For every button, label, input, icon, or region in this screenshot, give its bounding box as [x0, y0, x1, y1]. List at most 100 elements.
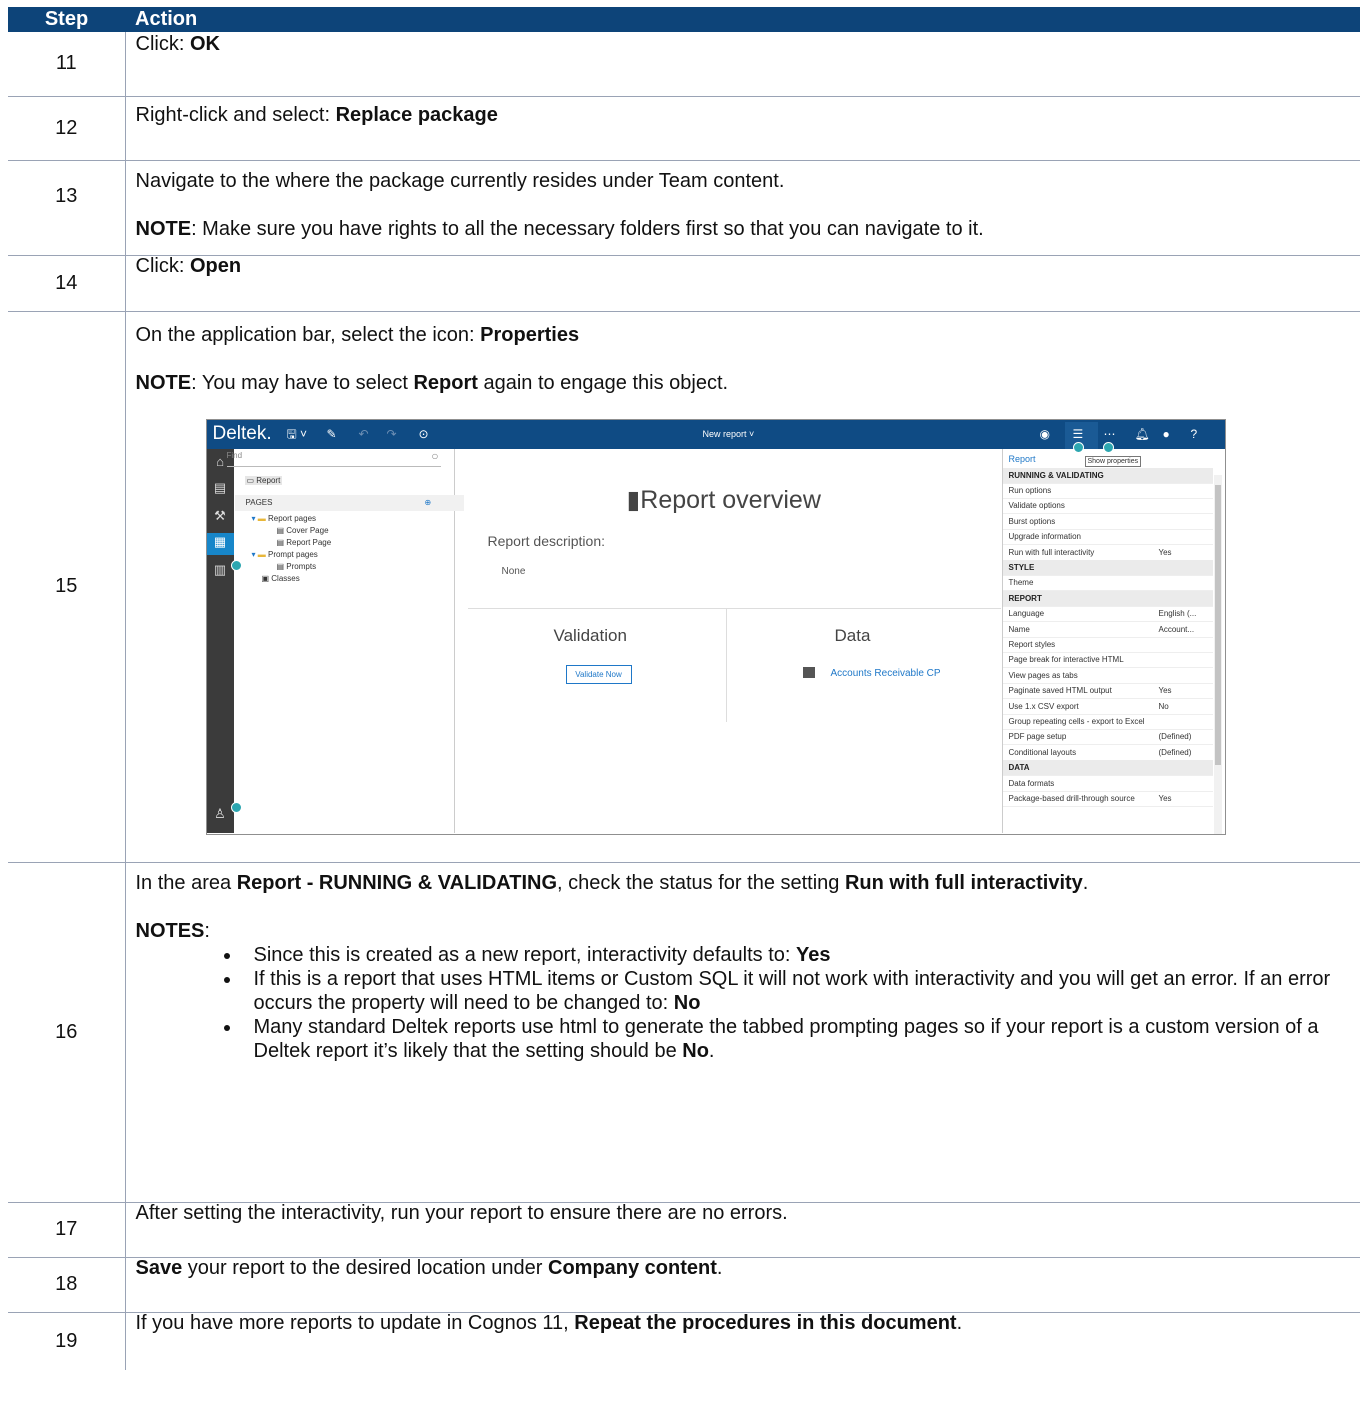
- tree-cover-page[interactable]: ▤ Cover Page: [277, 526, 329, 535]
- edit-icon[interactable]: ✎: [327, 427, 337, 441]
- property-row[interactable]: Burst options: [1002, 514, 1213, 530]
- step-bold: Report - RUNNING & VALIDATING: [236, 871, 558, 894]
- property-row[interactable]: Run with full interactivity Yes: [1002, 545, 1213, 561]
- report-pages-icon[interactable]: ▦: [206, 532, 234, 555]
- notes-label: NOTES: [135, 919, 205, 942]
- step-text: .: [1082, 871, 1089, 894]
- property-row[interactable]: Name Account...: [1002, 622, 1213, 638]
- property-name: REPORT: [1008, 593, 1042, 603]
- note-bold: Report: [413, 371, 478, 394]
- overview-title-text: Report overview: [640, 485, 821, 514]
- undo-icon[interactable]: ↶: [359, 427, 369, 441]
- step-text: , check the status for the setting: [557, 871, 845, 894]
- step-number: 16: [8, 862, 126, 1203]
- property-row[interactable]: Theme: [1002, 575, 1213, 592]
- bullet-bold: No: [673, 991, 701, 1014]
- property-name: Run with full interactivity: [1008, 547, 1095, 557]
- data-source-icon: [802, 666, 815, 678]
- property-name: Report styles: [1008, 639, 1056, 649]
- preview-eye-icon[interactable]: ◉: [1040, 427, 1050, 441]
- property-row[interactable]: Report styles: [1002, 637, 1213, 653]
- expand-icon[interactable]: ▾: [252, 550, 256, 559]
- step-number: 17: [8, 1202, 126, 1258]
- tree-prompt-pages[interactable]: ▾ ▬ Prompt pages: [252, 550, 318, 559]
- step-action: Navigate to the where the package curren…: [125, 160, 1360, 256]
- tree-label: Cover Page: [286, 525, 329, 535]
- property-name: Page break for interactive HTML: [1008, 655, 1124, 665]
- step-text: Click:: [135, 254, 190, 277]
- property-row[interactable]: Language English (...: [1002, 606, 1213, 623]
- help-icon[interactable]: ?: [1191, 427, 1198, 441]
- property-row[interactable]: PDF page setup (Defined): [1002, 729, 1213, 746]
- property-row[interactable]: View pages as tabs: [1002, 668, 1213, 684]
- property-name: Validate options: [1008, 501, 1065, 511]
- property-row[interactable]: Group repeating cells - export to Excel: [1002, 714, 1213, 730]
- header-step: Step: [8, 7, 125, 32]
- property-name: DATA: [1008, 763, 1030, 773]
- bullet-bold: No: [682, 1039, 709, 1062]
- property-value: Account...: [1158, 624, 1195, 634]
- step-action: After setting the interactivity, run you…: [125, 1202, 1360, 1258]
- bullet-text: Many standard Deltek reports use html to…: [253, 1015, 1319, 1062]
- property-row[interactable]: Validate options: [1002, 498, 1213, 515]
- notifications-bell-icon[interactable]: 🔔︎: [1135, 427, 1150, 441]
- data-items-icon[interactable]: ▥: [212, 561, 229, 578]
- step-number: 11: [8, 32, 126, 97]
- properties-icon[interactable]: ☰: [1073, 427, 1084, 441]
- tree-label: Prompts: [286, 561, 317, 571]
- tree-label: Prompt pages: [267, 549, 318, 559]
- list-item: If this is a report that uses HTML items…: [242, 967, 1351, 1015]
- header-row: Step Action: [8, 7, 1360, 32]
- step-bold: Repeat the procedures in this document: [574, 1311, 957, 1334]
- step-text: On the application bar, select the icon:: [135, 323, 481, 346]
- property-group-header: REPORT: [1002, 590, 1213, 607]
- step-action: In the area Report - RUNNING & VALIDATIN…: [125, 862, 1360, 1203]
- expand-icon[interactable]: ▾: [252, 514, 256, 523]
- step-text: your report to the desired location unde…: [182, 1256, 548, 1279]
- validate-now-button[interactable]: Validate Now: [565, 664, 632, 684]
- property-value: Yes: [1158, 793, 1172, 803]
- property-row[interactable]: Conditional layouts (Defined): [1002, 745, 1213, 761]
- notes-list: Since this is created as a new report, i…: [136, 943, 1351, 1063]
- step-action: Right-click and select: Replace package: [125, 96, 1360, 161]
- user-badge-icon[interactable]: ♙: [212, 805, 229, 822]
- property-row[interactable]: Page break for interactive HTML: [1002, 652, 1213, 669]
- property-row[interactable]: Paginate saved HTML output Yes: [1002, 683, 1213, 700]
- search-icon[interactable]: ○: [431, 449, 438, 463]
- property-name: Language: [1008, 609, 1045, 619]
- scroll-thumb[interactable]: [1214, 484, 1221, 765]
- property-name: Data formats: [1008, 778, 1055, 788]
- tree-report-page[interactable]: ▤ Report Page: [277, 538, 332, 547]
- note-text: : Make sure you have rights to all the n…: [191, 217, 984, 240]
- toolbox-icon[interactable]: ⚒: [212, 507, 229, 524]
- user-icon[interactable]: ●: [1163, 427, 1170, 441]
- properties-scrollbar[interactable]: [1213, 474, 1222, 834]
- pages-label: PAGES: [245, 497, 273, 507]
- tree-classes[interactable]: ▣ Classes: [262, 574, 300, 583]
- step-number: 12: [8, 96, 126, 161]
- property-row[interactable]: Package-based drill-through source Yes: [1002, 791, 1213, 807]
- tree-report[interactable]: ▭ Report: [244, 475, 283, 485]
- redo-icon[interactable]: ↷: [387, 427, 397, 441]
- bullet-bold: Yes: [795, 943, 831, 966]
- property-row[interactable]: Use 1.x CSV export No: [1002, 699, 1213, 715]
- save-icon[interactable]: 🖫 ˅: [287, 427, 308, 441]
- folder-icon: ▬: [257, 549, 266, 559]
- pages-icon[interactable]: ▤: [212, 479, 229, 496]
- add-page-icon[interactable]: ⊕: [425, 495, 432, 511]
- property-row[interactable]: Run options: [1002, 483, 1213, 499]
- property-row[interactable]: Upgrade information: [1002, 529, 1213, 546]
- step-text: If you have more reports to update in Co…: [135, 1311, 575, 1334]
- steps-table: Step Action 11 Click: OK 12 Right-click …: [8, 7, 1360, 1370]
- data-source-link[interactable]: Accounts Receivable CP: [831, 668, 941, 679]
- step-number: 14: [8, 255, 126, 312]
- property-name: STYLE: [1008, 562, 1035, 572]
- report-title[interactable]: New report ˅: [703, 429, 755, 439]
- property-row[interactable]: Data formats: [1002, 776, 1213, 792]
- tree-prompts[interactable]: ▤ Prompts: [277, 562, 317, 571]
- property-value: Yes: [1158, 547, 1172, 557]
- more-icon[interactable]: ⋯: [1104, 427, 1116, 441]
- find-input[interactable]: Find ○: [226, 449, 441, 467]
- run-icon[interactable]: ⊙: [419, 427, 429, 441]
- tree-report-pages[interactable]: ▾ ▬ Report pages: [252, 514, 317, 523]
